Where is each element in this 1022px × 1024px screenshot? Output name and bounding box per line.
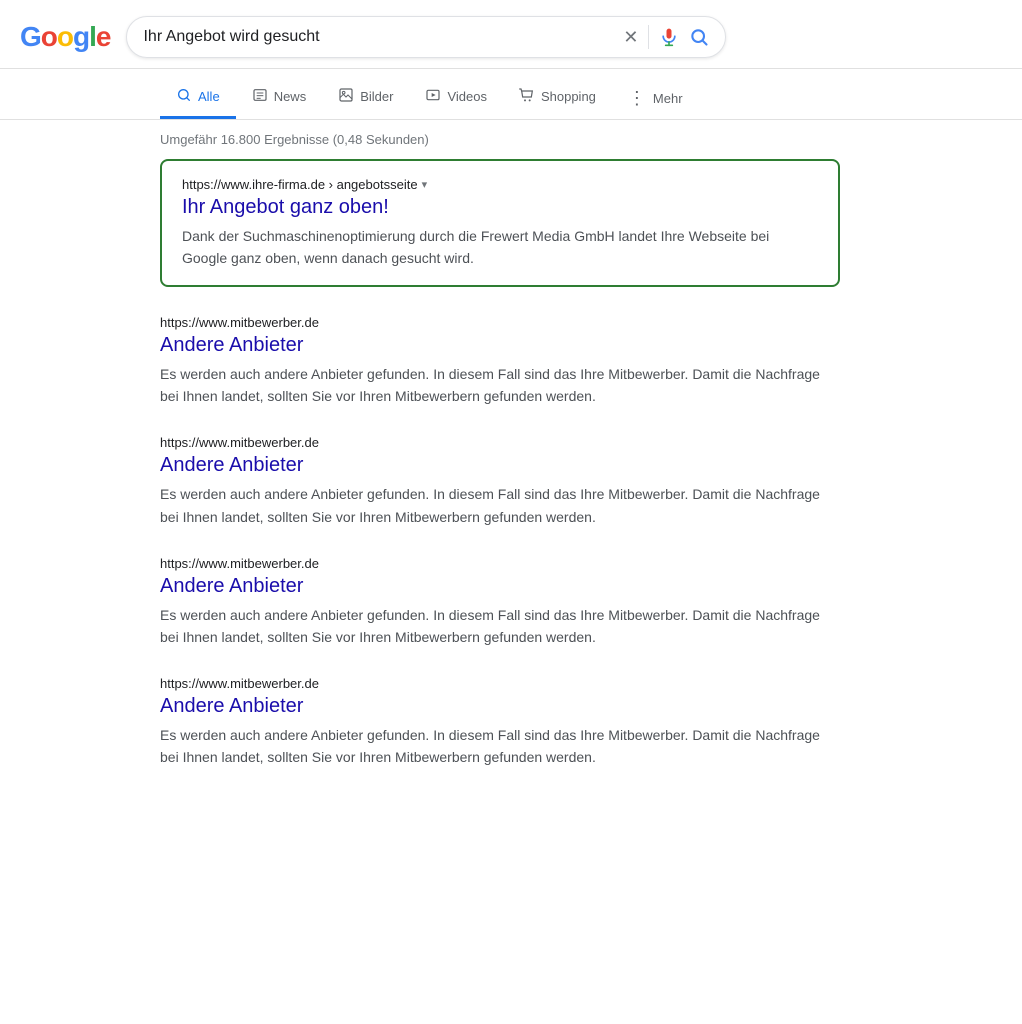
logo-g: G (20, 21, 41, 53)
result-title-0[interactable]: Andere Anbieter (160, 334, 840, 357)
clear-icon[interactable]: ✕ (623, 27, 638, 48)
mic-icon[interactable] (659, 27, 679, 47)
featured-title[interactable]: Ihr Angebot ganz oben! (182, 196, 818, 219)
tab-videos[interactable]: Videos (409, 77, 503, 119)
tab-shopping-label: Shopping (541, 89, 596, 104)
logo-o1: o (41, 21, 57, 53)
logo-o2: o (57, 21, 73, 53)
tab-videos-label: Videos (447, 89, 487, 104)
search-button-icon[interactable] (689, 27, 709, 47)
tab-alle-label: Alle (198, 89, 220, 104)
featured-url-arrow: ▾ (422, 178, 428, 191)
result-url-0: https://www.mitbewerber.de (160, 315, 840, 330)
search-icons: ✕ (623, 25, 709, 49)
result-item-3: https://www.mitbewerber.de Andere Anbiet… (160, 676, 840, 768)
videos-icon (425, 87, 441, 106)
result-title-1[interactable]: Andere Anbieter (160, 454, 840, 477)
logo-l: l (89, 21, 96, 53)
result-snippet-2: Es werden auch andere Anbieter gefunden.… (160, 604, 840, 648)
featured-result: https://www.ihre-firma.de › angebotsseit… (160, 159, 840, 287)
tab-news[interactable]: News (236, 77, 323, 119)
results-container: https://www.ihre-firma.de › angebotsseit… (0, 159, 1022, 816)
search-input[interactable] (143, 28, 613, 46)
header: Google ✕ (0, 0, 1022, 69)
result-item-0: https://www.mitbewerber.de Andere Anbiet… (160, 315, 840, 407)
result-title-2[interactable]: Andere Anbieter (160, 575, 840, 598)
result-title-3[interactable]: Andere Anbieter (160, 695, 840, 718)
tab-mehr-label: Mehr (653, 91, 683, 106)
tab-news-label: News (274, 89, 307, 104)
featured-snippet: Dank der Suchmaschinenoptimierung durch … (182, 225, 818, 269)
result-item-2: https://www.mitbewerber.de Andere Anbiet… (160, 556, 840, 648)
mehr-dots-icon: ⋮ (628, 88, 647, 109)
search-divider (648, 25, 649, 49)
results-info: Umgefähr 16.800 Ergebnisse (0,48 Sekunde… (0, 120, 1022, 159)
nav-tabs: Alle News Bilder (0, 69, 1022, 120)
result-snippet-3: Es werden auch andere Anbieter gefunden.… (160, 724, 840, 768)
result-url-2: https://www.mitbewerber.de (160, 556, 840, 571)
google-logo: Google (20, 21, 110, 53)
result-url-3: https://www.mitbewerber.de (160, 676, 840, 691)
logo-g2: g (73, 21, 89, 53)
tab-alle[interactable]: Alle (160, 77, 236, 119)
alle-icon (176, 87, 192, 106)
result-snippet-0: Es werden auch andere Anbieter gefunden.… (160, 363, 840, 407)
search-bar: ✕ (126, 16, 726, 58)
tab-bilder-label: Bilder (360, 89, 393, 104)
result-url-1: https://www.mitbewerber.de (160, 435, 840, 450)
tab-bilder[interactable]: Bilder (322, 77, 409, 119)
tab-shopping[interactable]: Shopping (503, 77, 612, 119)
result-item-1: https://www.mitbewerber.de Andere Anbiet… (160, 435, 840, 527)
featured-url: https://www.ihre-firma.de › angebotsseit… (182, 177, 818, 192)
result-snippet-1: Es werden auch andere Anbieter gefunden.… (160, 483, 840, 527)
bilder-icon (338, 87, 354, 106)
tab-mehr[interactable]: ⋮ Mehr (612, 78, 699, 119)
shopping-icon (519, 87, 535, 106)
logo-e: e (96, 21, 111, 53)
news-icon (252, 87, 268, 106)
